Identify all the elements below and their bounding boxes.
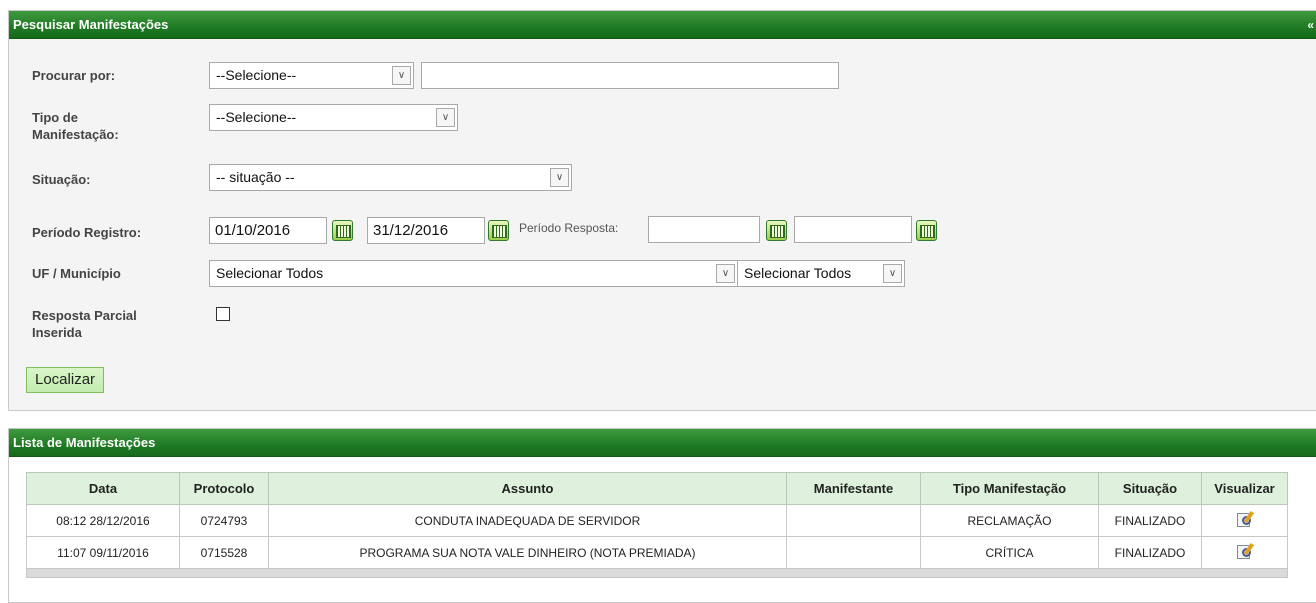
col-data[interactable]: Data [26, 472, 180, 505]
table-footer-bar [26, 568, 1288, 578]
cell-tipo: RECLAMAÇÃO [920, 504, 1099, 537]
tipo-label-line2: Manifestação: [32, 127, 119, 142]
calendar-icon[interactable] [332, 220, 353, 241]
cell-visualizar [1201, 536, 1288, 569]
chevron-down-icon: ∨ [436, 108, 455, 127]
tipo-label-line1: Tipo de [32, 110, 78, 125]
situacao-select[interactable]: -- situação -- ∨ [209, 164, 572, 191]
periodo-registro-end-input[interactable]: 31/12/2016 [367, 217, 485, 244]
uf-select-value: Selecionar Todos [216, 265, 324, 281]
uf-select[interactable]: Selecionar Todos ∨ [209, 260, 738, 287]
tipo-select-value: --Selecione-- [216, 109, 297, 125]
search-panel-header: Pesquisar Manifestações « [9, 11, 1316, 39]
view-details-icon[interactable] [1236, 542, 1254, 560]
col-situacao[interactable]: Situação [1098, 472, 1202, 505]
col-protocolo[interactable]: Protocolo [179, 472, 269, 505]
periodo-resposta-start-input[interactable] [648, 216, 760, 243]
chevron-down-icon: ∨ [716, 264, 735, 283]
search-panel: Pesquisar Manifestações « Procurar por: … [8, 10, 1316, 411]
cell-protocolo: 0724793 [179, 504, 269, 537]
cell-situacao: FINALIZADO [1098, 504, 1202, 537]
col-manifestante[interactable]: Manifestante [786, 472, 921, 505]
cell-data: 11:07 09/11/2016 [26, 536, 180, 569]
manifestacoes-table: Data Protocolo Assunto Manifestante Tipo… [26, 472, 1288, 578]
periodo-registro-label: Período Registro: [32, 225, 142, 240]
cell-assunto: PROGRAMA SUA NOTA VALE DINHEIRO (NOTA PR… [268, 536, 787, 569]
list-panel-title: Lista de Manifestações [13, 435, 156, 450]
table-row: 08:12 28/12/2016 0724793 CONDUTA INADEQU… [26, 504, 1288, 537]
periodo-resposta-end-input[interactable] [794, 216, 912, 243]
calendar-icon[interactable] [488, 220, 509, 241]
chevron-down-icon: ∨ [392, 66, 411, 85]
situacao-select-value: -- situação -- [216, 169, 295, 185]
search-panel-title: Pesquisar Manifestações [13, 17, 169, 32]
municipio-select-value: Selecionar Todos [744, 265, 852, 281]
list-panel: Lista de Manifestações Data Protocolo As… [8, 428, 1316, 603]
cell-data: 08:12 28/12/2016 [26, 504, 180, 537]
view-details-icon[interactable] [1236, 510, 1254, 528]
procurar-por-select-value: --Selecione-- [216, 67, 297, 83]
cell-manifestante [786, 504, 921, 537]
cell-manifestante [786, 536, 921, 569]
col-assunto[interactable]: Assunto [268, 472, 787, 505]
col-visualizar[interactable]: Visualizar [1201, 472, 1288, 505]
tipo-manifestacao-label: Tipo de Manifestação: [32, 109, 119, 143]
resposta-parcial-line1: Resposta Parcial [32, 308, 137, 323]
municipio-select[interactable]: Selecionar Todos ∨ [737, 260, 905, 287]
chevron-down-icon: ∨ [550, 168, 569, 187]
list-panel-header: Lista de Manifestações [9, 429, 1316, 457]
table-header-row: Data Protocolo Assunto Manifestante Tipo… [26, 472, 1288, 505]
procurar-por-input[interactable] [421, 62, 839, 89]
resposta-parcial-checkbox[interactable] [216, 307, 230, 321]
periodo-registro-start-input[interactable]: 01/10/2016 [209, 217, 327, 244]
cell-situacao: FINALIZADO [1098, 536, 1202, 569]
procurar-por-label: Procurar por: [32, 68, 116, 83]
collapse-icon[interactable]: « [1307, 11, 1314, 39]
procurar-por-select[interactable]: --Selecione-- ∨ [209, 62, 414, 89]
situacao-label: Situação: [32, 172, 91, 187]
resposta-parcial-label: Resposta Parcial Inserida [32, 307, 137, 341]
cell-tipo: CRÍTICA [920, 536, 1099, 569]
cell-visualizar [1201, 504, 1288, 537]
calendar-icon[interactable] [766, 220, 787, 241]
col-tipo-manifestacao[interactable]: Tipo Manifestação [920, 472, 1099, 505]
uf-municipio-label: UF / Município [32, 266, 121, 281]
table-row: 11:07 09/11/2016 0715528 PROGRAMA SUA NO… [26, 536, 1288, 569]
cell-assunto: CONDUTA INADEQUADA DE SERVIDOR [268, 504, 787, 537]
chevron-down-icon: ∨ [883, 264, 902, 283]
resposta-parcial-line2: Inserida [32, 325, 82, 340]
table-footer [26, 568, 1288, 578]
tipo-manifestacao-select[interactable]: --Selecione-- ∨ [209, 104, 458, 131]
cell-protocolo: 0715528 [179, 536, 269, 569]
localizar-button[interactable]: Localizar [26, 367, 105, 393]
periodo-resposta-label: Período Resposta: [519, 221, 619, 235]
calendar-icon[interactable] [916, 220, 937, 241]
